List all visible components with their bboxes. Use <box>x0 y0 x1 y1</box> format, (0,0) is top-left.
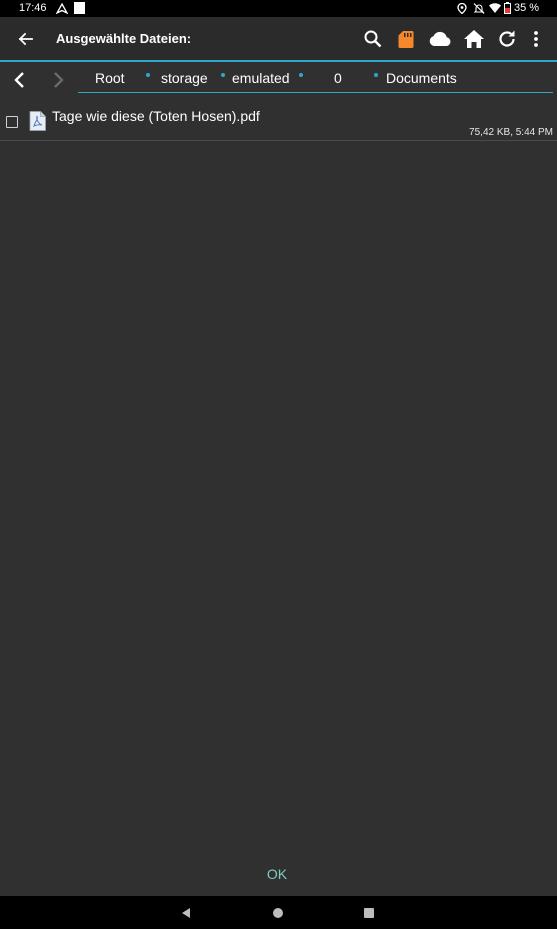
breadcrumb: Root storage emulated 0 Documents <box>78 62 553 93</box>
breadcrumb-item-0[interactable]: 0 <box>334 70 342 86</box>
file-meta: 75,42 KB, 5:44 PM <box>469 127 553 138</box>
nav-home-icon[interactable] <box>270 905 286 921</box>
white-square-icon <box>74 2 85 14</box>
chevron-left-icon[interactable] <box>10 70 30 90</box>
location-icon <box>457 3 467 14</box>
battery-icon <box>504 2 511 14</box>
file-checkbox[interactable] <box>6 116 18 128</box>
page-title: Ausgewählte Dateien: <box>56 31 192 46</box>
breadcrumb-item-emulated[interactable]: emulated <box>232 70 290 86</box>
app-toolbar: Ausgewählte Dateien: <box>0 17 557 62</box>
list-item[interactable]: Tage wie diese (Toten Hosen).pdf 75,42 K… <box>0 100 557 141</box>
breadcrumb-separator <box>146 73 150 77</box>
status-bar: 17:46 35 % <box>0 0 557 17</box>
breadcrumb-item-storage[interactable]: storage <box>161 70 208 86</box>
breadcrumb-item-root[interactable]: Root <box>95 70 125 86</box>
nav-back-icon[interactable] <box>178 905 194 921</box>
battery-percentage: 35 % <box>514 2 540 14</box>
pdf-file-icon <box>29 111 46 131</box>
file-name: Tage wie diese (Toten Hosen).pdf <box>52 108 260 124</box>
cloud-icon[interactable] <box>427 27 453 51</box>
system-nav-bar <box>0 896 557 929</box>
breadcrumb-item-documents[interactable]: Documents <box>386 70 457 86</box>
more-vert-icon[interactable] <box>526 27 546 51</box>
wifi-icon <box>489 3 501 13</box>
sd-card-icon[interactable] <box>394 27 418 51</box>
chevron-right-icon[interactable] <box>48 70 68 90</box>
refresh-icon[interactable] <box>495 27 519 51</box>
nav-recents-icon[interactable] <box>361 905 377 921</box>
mute-icon <box>473 3 485 14</box>
ok-button[interactable]: OK <box>250 862 304 886</box>
breadcrumb-separator <box>221 73 225 77</box>
navigation-arrow-icon <box>56 3 68 14</box>
search-icon[interactable] <box>361 27 385 51</box>
breadcrumb-separator <box>374 73 378 77</box>
home-icon[interactable] <box>462 27 486 51</box>
status-time: 17:46 <box>19 2 47 14</box>
breadcrumb-separator <box>299 73 303 77</box>
back-arrow-icon[interactable] <box>16 29 36 49</box>
path-bar: Root storage emulated 0 Documents <box>0 62 557 96</box>
